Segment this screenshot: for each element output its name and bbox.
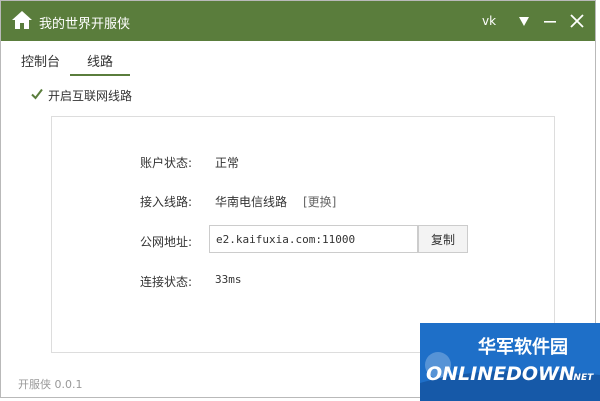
minimize-icon[interactable] xyxy=(540,11,560,31)
watermark-en-text: ONLINEDOWN xyxy=(426,363,575,385)
triangle-down-icon[interactable] xyxy=(514,11,534,31)
app-title: 我的世界开服侠 xyxy=(39,17,131,32)
onlinedown-watermark-logo: 华军软件园 ONLINEDOWN .NET xyxy=(420,323,600,401)
route-info-panel: 账户状态: 正常 接入线路: 华南电信线路 [更换] 公网地址: 复制 连接状态… xyxy=(51,116,555,353)
tab-bar: 控制台 线路 xyxy=(1,41,595,77)
title-bar: 我的世界开服侠 vk xyxy=(1,1,595,41)
watermark-suffix: .NET xyxy=(570,373,594,383)
connection-status-label: 连接状态: xyxy=(140,275,193,289)
active-tab-indicator xyxy=(70,74,130,76)
checkmark-icon xyxy=(31,88,43,100)
tab-route[interactable]: 线路 xyxy=(87,51,113,70)
address-label: 公网地址: xyxy=(140,235,193,249)
connection-status-value: 33ms xyxy=(215,273,242,286)
close-icon[interactable] xyxy=(567,11,587,31)
home-icon xyxy=(12,11,32,29)
checkbox-label: 开启互联网线路 xyxy=(48,89,133,103)
public-address-field[interactable] xyxy=(209,225,418,253)
change-route-link[interactable]: [更换] xyxy=(303,193,336,210)
tab-console[interactable]: 控制台 xyxy=(21,51,60,70)
route-label: 接入线路: xyxy=(140,195,193,209)
account-status-value: 正常 xyxy=(215,156,240,170)
copy-button[interactable]: 复制 xyxy=(418,225,468,253)
account-status-label: 账户状态: xyxy=(140,156,193,170)
route-value: 华南电信线路 xyxy=(215,195,288,209)
version-text: 开服侠 0.0.1 xyxy=(18,378,83,391)
watermark-cn-text: 华军软件园 xyxy=(478,336,568,358)
user-name[interactable]: vk xyxy=(482,14,496,28)
